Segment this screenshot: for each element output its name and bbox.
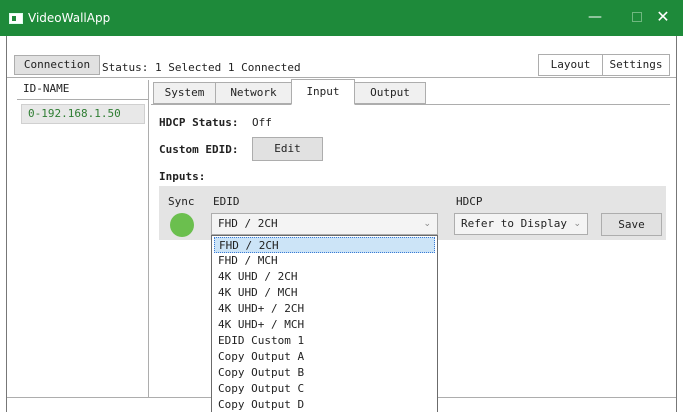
edid-option[interactable]: 4K UHD / MCH <box>214 285 435 301</box>
edit-edid-button[interactable]: Edit <box>252 137 323 161</box>
maximize-icon <box>632 12 642 22</box>
hdcp-status-label: HDCP Status: <box>159 116 239 129</box>
edid-select-value: FHD / 2CH <box>218 217 278 230</box>
edid-option[interactable]: Copy Output A <box>214 349 435 365</box>
status-text: Status: 1 Selected 1 Connected <box>102 61 301 74</box>
custom-edid-label: Custom EDID: <box>159 143 239 156</box>
save-button[interactable]: Save <box>601 213 662 236</box>
edid-option[interactable]: Copy Output D <box>214 397 435 412</box>
edid-option[interactable]: 4K UHD+ / MCH <box>214 317 435 333</box>
device-list: ID-NAME 0-192.168.1.50 <box>17 80 149 397</box>
hdcp-select[interactable]: Refer to Display ⌄ <box>454 213 588 235</box>
tab-network[interactable]: Network <box>215 82 292 104</box>
settings-button[interactable]: Settings <box>603 54 670 76</box>
sync-status-indicator <box>170 213 194 237</box>
app-icon <box>9 13 23 24</box>
edid-option[interactable]: Copy Output C <box>214 381 435 397</box>
tab-system[interactable]: System <box>153 82 216 104</box>
edid-option[interactable]: EDID Custom 1 <box>214 333 435 349</box>
edid-option[interactable]: 4K UHD+ / 2CH <box>214 301 435 317</box>
hdcp-status-value: Off <box>252 116 272 129</box>
window-title: VideoWallApp <box>28 11 111 25</box>
layout-button[interactable]: Layout <box>538 54 603 76</box>
edid-dropdown-list: FHD / 2CH FHD / MCH 4K UHD / 2CH 4K UHD … <box>211 235 438 412</box>
device-list-header: ID-NAME <box>17 80 149 100</box>
edid-header: EDID <box>213 195 240 208</box>
toolbar-divider <box>7 77 676 78</box>
title-bar: VideoWallApp — ✕ <box>0 0 683 36</box>
sync-header: Sync <box>168 195 195 208</box>
device-list-item[interactable]: 0-192.168.1.50 <box>21 104 145 124</box>
edid-option[interactable]: FHD / 2CH <box>214 237 435 253</box>
edid-option[interactable]: Copy Output B <box>214 365 435 381</box>
edid-option[interactable]: FHD / MCH <box>214 253 435 269</box>
hdcp-select-value: Refer to Display <box>461 217 567 230</box>
edid-option[interactable]: 4K UHD / 2CH <box>214 269 435 285</box>
edid-select[interactable]: FHD / 2CH ⌄ <box>211 213 438 235</box>
minimize-button[interactable]: — <box>575 0 615 36</box>
chevron-down-icon: ⌄ <box>423 219 431 229</box>
inputs-label: Inputs: <box>159 170 206 183</box>
connection-button[interactable]: Connection <box>14 55 100 75</box>
tab-input[interactable]: Input <box>291 79 355 105</box>
hdcp-header: HDCP <box>456 195 483 208</box>
close-button[interactable]: ✕ <box>643 0 683 36</box>
tab-output[interactable]: Output <box>354 82 426 104</box>
chevron-down-icon: ⌄ <box>573 219 581 229</box>
